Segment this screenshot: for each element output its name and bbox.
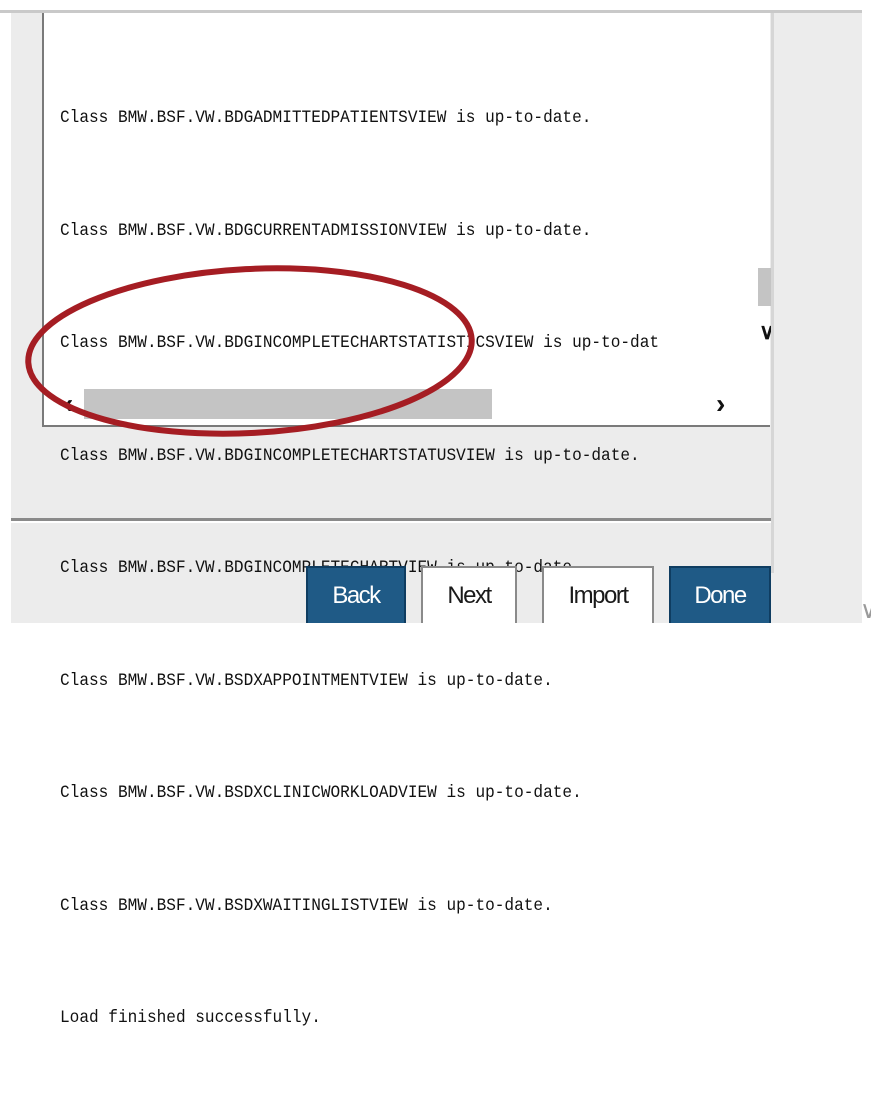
log-line: Class BMW.BSF.VW.BSDXAPPOINTMENTVIEW is …	[60, 670, 553, 691]
next-button[interactable]: Next	[421, 566, 517, 626]
window-right-edge	[862, 0, 871, 636]
log-line: Class BMW.BSF.VW.BSDXCLINICWORKLOADVIEW …	[60, 783, 582, 803]
log-line: Class BMW.BSF.VW.BDGINCOMPLETECHARTSTATU…	[60, 445, 640, 466]
right-gutter	[771, 13, 862, 636]
wizard-panel: Class BMW.BSF.VW.BDGADMITTEDPATIENTSVIEW…	[11, 13, 775, 1028]
scroll-left-arrow-icon[interactable]: ‹	[64, 389, 84, 419]
import-button[interactable]: Import	[542, 566, 654, 626]
log-line-success: Load finished successfully.	[60, 1008, 321, 1028]
back-button[interactable]: Back	[306, 566, 406, 626]
log-line: Class BMW.BSF.VW.BDGADMITTEDPATIENTSVIEW…	[60, 108, 592, 128]
log-line: Class BMW.BSF.VW.BDGCURRENTADMISSIONVIEW…	[60, 220, 592, 241]
window-bottom-edge	[0, 623, 871, 636]
log-line: Class BMW.BSF.VW.BDGINCOMPLETECHARTSTATI…	[60, 333, 660, 353]
chevron-down-icon: ∨	[860, 597, 871, 624]
horizontal-scroll-thumb[interactable]	[84, 389, 492, 419]
button-bar-divider-highlight	[11, 521, 771, 523]
horizontal-scrollbar[interactable]: ‹ ›	[44, 383, 758, 425]
window-left-margin	[0, 13, 11, 636]
scroll-right-arrow-icon[interactable]: ›	[716, 389, 736, 419]
log-line: Class BMW.BSF.VW.BSDXWAITINGLISTVIEW is …	[60, 895, 553, 916]
done-button[interactable]: Done	[669, 566, 771, 626]
log-output-box: Class BMW.BSF.VW.BDGADMITTEDPATIENTSVIEW…	[42, 13, 775, 1028]
right-gutter-border	[771, 13, 774, 573]
wizard-button-bar: Back Next Import Done	[11, 518, 771, 626]
